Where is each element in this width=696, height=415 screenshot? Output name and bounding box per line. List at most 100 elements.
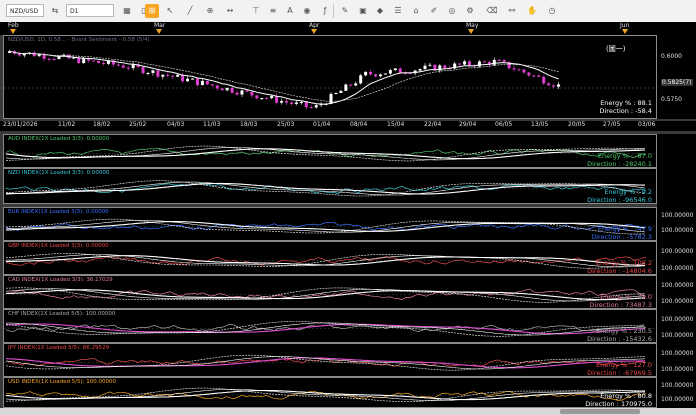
timeframe-select[interactable]: D1 bbox=[66, 4, 114, 17]
indicator-panel-jpy[interactable]: JPY INDEX(1X Loaded 5/5): 86.29529 Energ… bbox=[3, 343, 657, 377]
indicator-panel-aud[interactable]: AUD INDEX(1X Loaded 3/3): 0.00000 Energy… bbox=[3, 134, 657, 168]
date-label: 01/04 bbox=[313, 121, 331, 128]
axis-value: 100.00000 bbox=[661, 350, 694, 357]
compare-icon[interactable]: ⇆ bbox=[48, 4, 62, 18]
pencil-icon[interactable]: ✎ bbox=[338, 4, 352, 18]
energy-value: Energy % : 108.2 bbox=[596, 259, 652, 267]
direction-value: Direction : -14804.6 bbox=[587, 267, 652, 275]
indicator-panel-usd[interactable]: USD INDEX(1X Loaded 5/5): 100.00000 Ener… bbox=[3, 377, 657, 408]
text-icon[interactable]: A bbox=[283, 4, 297, 18]
indicator-readout: Energy % : 127.0 Direction : -67969.5 bbox=[587, 361, 652, 377]
energy-value: Energy % : 9.2 bbox=[604, 188, 652, 196]
indicator-readout: Energy % : -87.0 Direction : -28240.1 bbox=[587, 152, 652, 168]
month-timeline: Feb Mar Apr May Jun bbox=[0, 22, 696, 35]
indicator-readout: Energy % : 108.2 Direction : -14804.6 bbox=[587, 259, 652, 275]
clock-icon[interactable]: ◷ bbox=[545, 4, 559, 18]
indicator-panel-nzd[interactable]: NZD INDEX(1X Loaded 3/3): 0.00000 Energy… bbox=[3, 168, 657, 204]
indicator-icon[interactable]: ƒ bbox=[318, 4, 332, 18]
direction-value: Direction : 170975.0 bbox=[585, 400, 652, 408]
date-label: 13/05 bbox=[531, 121, 549, 128]
indicator-label: CAD INDEX(1X Loaded 3/3): 36.17029 bbox=[8, 277, 113, 283]
date-axis: 23/01/2026 11/02 18/02 25/02 04/03 11/03… bbox=[0, 121, 696, 131]
direction-value: Direction : -67969.5 bbox=[587, 369, 652, 377]
settings-icon[interactable]: ⚙ bbox=[463, 4, 477, 18]
date-label: 04/03 bbox=[167, 121, 185, 128]
axis-value: 100.00000 bbox=[661, 396, 694, 403]
month-label: Feb bbox=[8, 22, 19, 29]
eye-icon[interactable]: ◎ bbox=[445, 4, 459, 18]
price-tick: 0.6000 bbox=[661, 53, 682, 60]
energy-value: Energy % : -87.0 bbox=[597, 152, 652, 160]
price-readout: Energy % : 88.1 Direction : -58.4 bbox=[599, 99, 652, 115]
brush-icon[interactable]: ✐ bbox=[427, 4, 441, 18]
price-axis: 0.6000 0.5825(7) 0.5750 bbox=[657, 35, 696, 119]
date-label: 18/03 bbox=[240, 121, 258, 128]
chart-type-icon[interactable]: ▦ bbox=[120, 4, 134, 18]
axis-value: 100.00000 bbox=[661, 382, 694, 389]
date-label: 29/04 bbox=[459, 121, 477, 128]
indicator-label: AUD INDEX(1X Loaded 3/3): 0.00000 bbox=[8, 136, 110, 142]
line-icon[interactable]: ╱ bbox=[183, 4, 197, 18]
chart-annotation: (圖一) bbox=[606, 45, 626, 53]
direction-value: Direction : -28240.1 bbox=[587, 160, 652, 168]
indicator-readout: Energy % : 71.0 Direction : 73487.3 bbox=[589, 293, 652, 308]
axis-value: 100.00000 bbox=[661, 366, 694, 373]
direction-value: Direction : -58.4 bbox=[599, 107, 652, 115]
date-label: 06/05 bbox=[495, 121, 513, 128]
date-label: 11/02 bbox=[58, 121, 76, 128]
axis-value: 100.00000 bbox=[661, 282, 694, 289]
indicator-panel-chf[interactable]: CHF INDEX(1X Loaded 5/5): 100.00000 Ener… bbox=[3, 309, 657, 343]
indicator-label: USD INDEX(1X Loaded 5/5): 100.00000 bbox=[8, 379, 117, 385]
indicator-panel-cad[interactable]: CAD INDEX(1X Loaded 3/3): 36.17029 Energ… bbox=[3, 275, 657, 309]
scrollbar-thumb[interactable] bbox=[560, 409, 640, 414]
energy-value: Energy % : 71.0 bbox=[600, 293, 652, 301]
date-label: 27/05 bbox=[603, 121, 621, 128]
price-chart bbox=[4, 49, 656, 110]
chart-toolbar: NZD/USD ⇆ D1 ▦ ◫ ⊞ ↖ ╱ ⊕ ↔ ⊤ ≡ A ◉ ƒ ✎ ▣… bbox=[0, 0, 696, 23]
indicator-readout: Energy % : 9.2 Direction : -96546.0 bbox=[587, 188, 652, 203]
measure-icon[interactable]: ↔ bbox=[223, 4, 237, 18]
energy-value: Energy % : 80.8 bbox=[600, 392, 652, 400]
axis-value: 100.00000 bbox=[661, 332, 694, 339]
axis-value: 100.00000 bbox=[661, 227, 694, 234]
shapes-icon[interactable]: ◆ bbox=[373, 4, 387, 18]
axis-value: 100.00000 bbox=[661, 212, 694, 219]
axis-value: 100.00000 bbox=[661, 265, 694, 272]
zoom-icon[interactable]: ⊕ bbox=[203, 4, 217, 18]
axis-value: 100.00000 bbox=[661, 316, 694, 323]
indicator-readout: Energy % : -47.9 Direction : -5782.3 bbox=[591, 225, 652, 240]
energy-value: Energy % : 127.0 bbox=[596, 361, 652, 369]
date-label: 25/02 bbox=[129, 121, 147, 128]
date-label: 11/03 bbox=[203, 121, 221, 128]
indicator-label: GBP INDEX(1X Loaded 3/3): 0.00000 bbox=[8, 243, 109, 249]
eraser-icon[interactable]: ⌫ bbox=[485, 4, 499, 18]
date-label: 25/03 bbox=[277, 121, 295, 128]
hand-icon[interactable]: ✋ bbox=[525, 4, 539, 18]
month-label: May bbox=[466, 22, 479, 29]
hline-icon[interactable]: ≡ bbox=[266, 4, 280, 18]
globe-icon[interactable]: ◉ bbox=[300, 4, 314, 18]
indicator-label: NZD INDEX(1X Loaded 3/3): 0.00000 bbox=[8, 170, 110, 176]
indicator-panel-eur[interactable]: EUR INDEX(1X Loaded 3/3): 0.00000 Energy… bbox=[3, 207, 657, 241]
indicator-label: CHF INDEX(1X Loaded 5/5): 100.00000 bbox=[8, 311, 116, 317]
horizontal-scrollbar[interactable] bbox=[0, 408, 696, 415]
indicator-panel-gbp[interactable]: GBP INDEX(1X Loaded 3/3): 0.00000 Energy… bbox=[3, 241, 657, 275]
crosshair-icon[interactable]: ⊞ bbox=[145, 4, 159, 18]
date-label: 18/02 bbox=[93, 121, 111, 128]
direction-value: Direction : -15432.6 bbox=[587, 335, 652, 343]
list-icon[interactable]: ☰ bbox=[391, 4, 405, 18]
axis-value: 100.00000 bbox=[661, 298, 694, 305]
vline-icon[interactable]: ⊤ bbox=[249, 4, 263, 18]
image-icon[interactable]: ▣ bbox=[356, 4, 370, 18]
month-label: Mar bbox=[154, 22, 166, 29]
indicator-label: JPY INDEX(1X Loaded 5/5): 86.29529 bbox=[8, 345, 109, 351]
tag-icon[interactable]: ⌂ bbox=[409, 4, 423, 18]
month-label: Jun bbox=[620, 22, 630, 29]
symbol-select[interactable]: NZD/USD bbox=[6, 4, 44, 17]
cursor-icon[interactable]: ↖ bbox=[163, 4, 177, 18]
date-label: 08/04 bbox=[350, 121, 368, 128]
energy-value: Energy % : -47.9 bbox=[597, 225, 652, 233]
price-chart-panel[interactable]: NZD/USD, 1D, 0.58... - Bvsnt Sentiment -… bbox=[3, 35, 657, 119]
link-icon[interactable]: ⚯ bbox=[505, 4, 519, 18]
indicator-axis: 100.00000 100.00000 100.00000 100.00000 … bbox=[657, 134, 696, 408]
